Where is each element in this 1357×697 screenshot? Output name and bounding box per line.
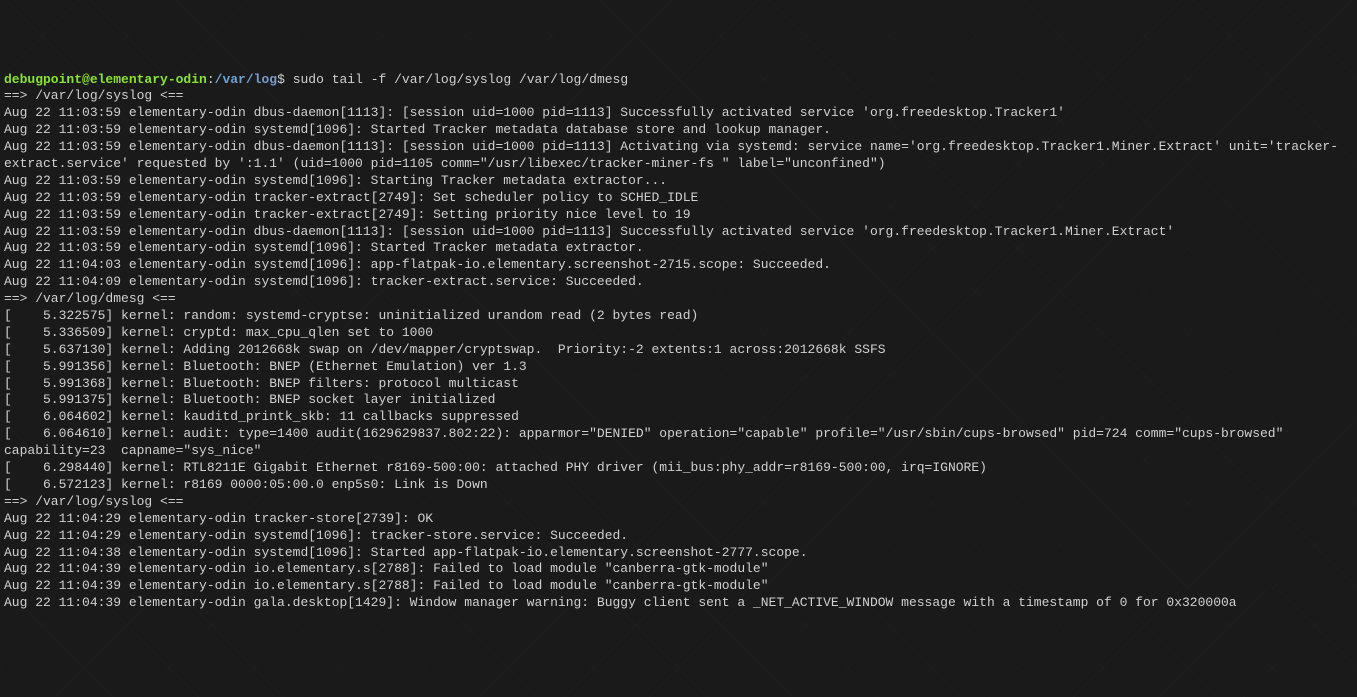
log-line: Aug 22 11:04:39 elementary-odin io.eleme… [4, 578, 1353, 595]
log-line: Aug 22 11:04:03 elementary-odin systemd[… [4, 257, 1353, 274]
log-line: [ 5.991375] kernel: Bluetooth: BNEP sock… [4, 392, 1353, 409]
log-line: Aug 22 11:04:39 elementary-odin gala.des… [4, 595, 1353, 612]
log-line: [ 5.991368] kernel: Bluetooth: BNEP filt… [4, 376, 1353, 393]
log-line: Aug 22 11:03:59 elementary-odin systemd[… [4, 173, 1353, 190]
log-line: Aug 22 11:03:59 elementary-odin systemd[… [4, 240, 1353, 257]
log-line: Aug 22 11:04:38 elementary-odin systemd[… [4, 545, 1353, 562]
log-line: Aug 22 11:04:29 elementary-odin tracker-… [4, 511, 1353, 528]
prompt-command: sudo tail -f /var/log/syslog /var/log/dm… [293, 72, 628, 87]
prompt-line: debugpoint@elementary-odin:/var/log$ sud… [4, 72, 1353, 89]
prompt-user-host: debugpoint@elementary-odin [4, 72, 207, 87]
prompt-dollar: $ [277, 72, 285, 87]
terminal-content[interactable]: debugpoint@elementary-odin:/var/log$ sud… [4, 72, 1353, 613]
log-line: ==> /var/log/dmesg <== [4, 291, 1353, 308]
log-line: ==> /var/log/syslog <== [4, 88, 1353, 105]
log-line: [ 5.336509] kernel: cryptd: max_cpu_qlen… [4, 325, 1353, 342]
log-line: [ 5.322575] kernel: random: systemd-cryp… [4, 308, 1353, 325]
log-line: Aug 22 11:03:59 elementary-odin dbus-dae… [4, 105, 1353, 122]
log-line: Aug 22 11:04:39 elementary-odin io.eleme… [4, 561, 1353, 578]
log-line: Aug 22 11:03:59 elementary-odin dbus-dae… [4, 224, 1353, 241]
log-line: Aug 22 11:03:59 elementary-odin dbus-dae… [4, 139, 1353, 173]
log-line: Aug 22 11:03:59 elementary-odin tracker-… [4, 190, 1353, 207]
log-line: [ 5.991356] kernel: Bluetooth: BNEP (Eth… [4, 359, 1353, 376]
prompt-path: /var/log [215, 72, 277, 87]
log-line: [ 6.064602] kernel: kauditd_printk_skb: … [4, 409, 1353, 426]
prompt-separator: : [207, 72, 215, 87]
log-line: Aug 22 11:03:59 elementary-odin systemd[… [4, 122, 1353, 139]
log-output: ==> /var/log/syslog <==Aug 22 11:03:59 e… [4, 88, 1353, 612]
log-line: [ 5.637130] kernel: Adding 2012668k swap… [4, 342, 1353, 359]
log-line: ==> /var/log/syslog <== [4, 494, 1353, 511]
log-line: [ 6.572123] kernel: r8169 0000:05:00.0 e… [4, 477, 1353, 494]
log-line: Aug 22 11:03:59 elementary-odin tracker-… [4, 207, 1353, 224]
log-line: Aug 22 11:04:09 elementary-odin systemd[… [4, 274, 1353, 291]
log-line: [ 6.298440] kernel: RTL8211E Gigabit Eth… [4, 460, 1353, 477]
log-line: [ 6.064610] kernel: audit: type=1400 aud… [4, 426, 1353, 460]
log-line: Aug 22 11:04:29 elementary-odin systemd[… [4, 528, 1353, 545]
